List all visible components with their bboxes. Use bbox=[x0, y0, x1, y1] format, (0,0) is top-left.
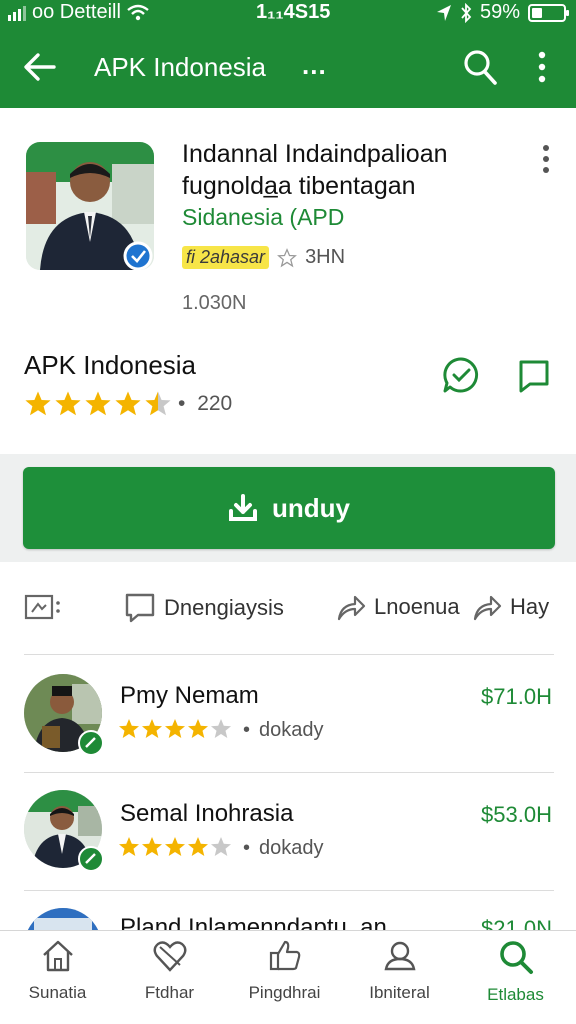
card-overflow-icon[interactable] bbox=[538, 144, 554, 174]
review-price: $53.0H bbox=[481, 802, 552, 827]
home-icon bbox=[42, 940, 73, 972]
review-meta: dokady bbox=[259, 836, 324, 859]
app-rating-row: fi 2ahasar 3HN bbox=[182, 246, 345, 269]
nav-item-favorites[interactable]: Ftdhar bbox=[112, 939, 227, 1003]
screen-action[interactable] bbox=[24, 592, 72, 622]
nav-item-account[interactable]: Ibniteral bbox=[342, 939, 457, 1003]
location-icon bbox=[436, 4, 451, 21]
screen-icon bbox=[24, 594, 60, 620]
divider bbox=[24, 654, 554, 655]
bluetooth-icon bbox=[461, 2, 472, 23]
search-icon bbox=[499, 941, 533, 974]
list-item[interactable]: Pland Inlamenndaptu..an $21.0N bbox=[0, 892, 576, 930]
app-size: 1.030N bbox=[182, 292, 247, 314]
search-icon[interactable] bbox=[462, 48, 498, 86]
verified-badge bbox=[78, 730, 104, 756]
developer-link[interactable]: Sidanesia (APD bbox=[182, 204, 344, 231]
rating-highlight: fi 2ahasar bbox=[182, 246, 270, 269]
status-time: 1₁₁4S15 bbox=[256, 1, 331, 23]
app-name: APK Indonesia bbox=[24, 350, 197, 380]
star-rating-icon bbox=[119, 719, 231, 738]
star-rating-icon bbox=[119, 837, 231, 856]
share-action[interactable]: Lnoenua bbox=[336, 592, 460, 622]
wifi-icon bbox=[127, 4, 149, 20]
reviewer-name: Semal Inohrasia bbox=[120, 800, 294, 827]
title-more-button[interactable]: ... bbox=[302, 50, 327, 81]
nav-item-home[interactable]: Sunatia bbox=[0, 939, 115, 1003]
nav-item-search[interactable]: Etlabas bbox=[458, 939, 573, 1005]
review-stars: • dokady bbox=[118, 836, 324, 860]
overflow-menu-icon[interactable] bbox=[530, 50, 554, 84]
review-price: $71.0H bbox=[481, 684, 552, 709]
star-rating-icon bbox=[25, 391, 171, 416]
review-price: $21.0N bbox=[481, 916, 552, 930]
app-full-title: Indannal Indaindpalioan fugnolda̲a tiben… bbox=[182, 140, 448, 200]
app-icon bbox=[26, 142, 154, 270]
review-stars: • dokady bbox=[118, 718, 324, 742]
carrier-label: oo Detteill bbox=[32, 1, 121, 23]
review-count: 220 bbox=[197, 392, 233, 415]
bottom-navigation: Sunatia Ftdhar Pingdhrai Ibniteral Etlab… bbox=[0, 930, 576, 1024]
reviewer-name: Pland Inlamenndaptu..an bbox=[120, 914, 387, 930]
battery-icon bbox=[528, 3, 569, 22]
install-label: unduy bbox=[272, 492, 350, 523]
rating-count: 3HN bbox=[305, 246, 346, 268]
review-meta: dokady bbox=[259, 718, 324, 741]
user-icon bbox=[384, 941, 415, 971]
forward-action[interactable]: Hay bbox=[472, 592, 549, 622]
forward-icon bbox=[473, 595, 502, 621]
app-stars: • 220 bbox=[24, 390, 232, 418]
divider bbox=[24, 772, 554, 773]
verified-badge bbox=[78, 846, 104, 872]
list-item[interactable]: Pmy Nemam • dokady $71.0H bbox=[0, 656, 576, 774]
comment-icon bbox=[125, 593, 155, 623]
top-app-bar: oo Detteill 1₁₁4S15 59% APK Indonesia ..… bbox=[0, 0, 576, 108]
download-icon bbox=[229, 494, 257, 521]
app-bar-title: APK Indonesia bbox=[94, 52, 267, 82]
install-button[interactable]: unduy bbox=[23, 467, 555, 549]
bookmark-icon[interactable] bbox=[516, 358, 552, 394]
reviewer-name: Pmy Nemam bbox=[120, 682, 259, 709]
signal-icon bbox=[8, 5, 26, 21]
share-icon bbox=[337, 595, 366, 621]
status-bar: oo Detteill 1₁₁4S15 59% bbox=[0, 0, 576, 26]
battery-percent: 59% bbox=[479, 1, 520, 23]
back-arrow-icon[interactable] bbox=[22, 50, 58, 84]
verified-chat-icon[interactable] bbox=[442, 356, 480, 394]
divider bbox=[24, 890, 554, 891]
heart-icon bbox=[153, 941, 186, 972]
list-item[interactable]: Semal Inohrasia • dokady $53.0H bbox=[0, 774, 576, 892]
nav-item-likes[interactable]: Pingdhrai bbox=[227, 939, 342, 1003]
star-outline-icon bbox=[277, 247, 298, 267]
avatar bbox=[24, 908, 102, 930]
comment-action[interactable]: Dnengiaysis bbox=[124, 592, 284, 624]
thumbs-up-icon bbox=[269, 940, 300, 971]
